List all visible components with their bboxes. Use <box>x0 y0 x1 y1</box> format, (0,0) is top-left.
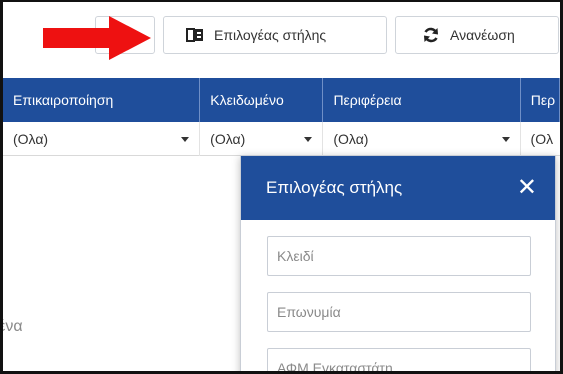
refresh-button[interactable]: Ανανέωση <box>395 16 559 54</box>
dropdown-caret-icon <box>501 136 510 142</box>
popup-title: Επιλογέας στήλης <box>266 178 403 197</box>
filter-select-locked[interactable]: (Ολα) <box>200 122 324 156</box>
refresh-label: Ανανέωση <box>450 27 515 43</box>
filter-value: (Ολα) <box>210 131 246 147</box>
filter-value: (Ολα) <box>13 131 49 147</box>
column-item[interactable]: ΑΦΜ Εγκαταστάτη <box>267 348 531 371</box>
popup-column-list: Κλειδί Επωνυμία ΑΦΜ Εγκαταστάτη <box>241 220 555 371</box>
no-data-text: μένα <box>3 318 23 335</box>
dropdown-caret-icon <box>181 136 190 142</box>
column-header-locked[interactable]: Κλειδωμένο <box>200 78 324 122</box>
column-header-region[interactable]: Περιφέρεια <box>323 78 521 122</box>
close-icon[interactable]: ✕ <box>517 176 537 200</box>
column-chooser-button[interactable]: Επιλογέας στήλης <box>163 16 387 54</box>
dropdown-caret-icon <box>304 136 313 142</box>
grid-header-row: Επικαιροποίηση Κλειδωμένο Περιφέρεια Περ <box>3 78 560 122</box>
column-header-truncated[interactable]: Περ <box>521 78 560 122</box>
column-chooser-label: Επιλογέας στήλης <box>214 27 327 43</box>
filter-select-truncated[interactable]: (Ολ <box>521 122 560 156</box>
column-item[interactable]: Κλειδί <box>267 236 531 276</box>
grid-screen: Επιλογέας στήλης Ανανέωση Επικαιροποίηση… <box>0 0 563 374</box>
refresh-icon <box>422 26 440 44</box>
column-item[interactable]: Επωνυμία <box>267 292 531 332</box>
column-chooser-icon <box>186 26 204 44</box>
column-header-update[interactable]: Επικαιροποίηση <box>3 78 201 122</box>
filter-select-update[interactable]: (Ολα) <box>3 122 201 156</box>
red-arrow-annotation <box>43 16 151 60</box>
grid-filter-row: (Ολα) (Ολα) (Ολα) (Ολ <box>3 122 560 156</box>
popup-header: Επιλογέας στήλης ✕ <box>241 156 555 220</box>
filter-value: (Ολ <box>530 131 554 147</box>
filter-select-region[interactable]: (Ολα) <box>323 122 521 156</box>
column-chooser-popup: Επιλογέας στήλης ✕ Κλειδί Επωνυμία ΑΦΜ Ε… <box>240 155 556 371</box>
filter-value: (Ολα) <box>333 131 369 147</box>
